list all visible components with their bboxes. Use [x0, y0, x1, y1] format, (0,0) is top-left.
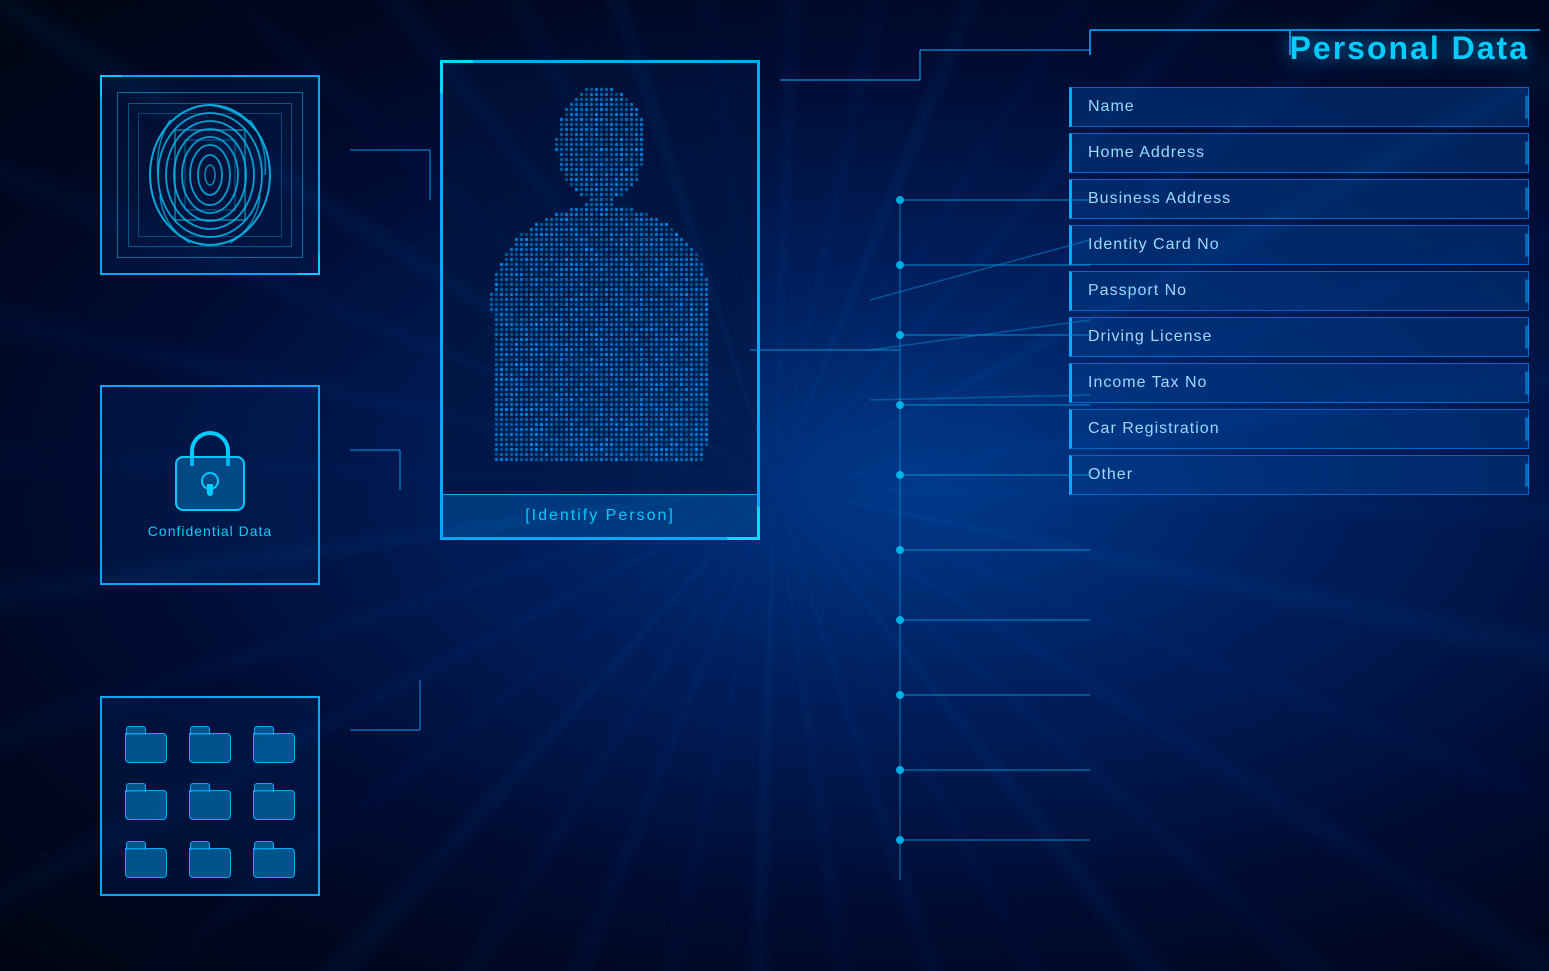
- world-map-overlay: [0, 0, 1549, 971]
